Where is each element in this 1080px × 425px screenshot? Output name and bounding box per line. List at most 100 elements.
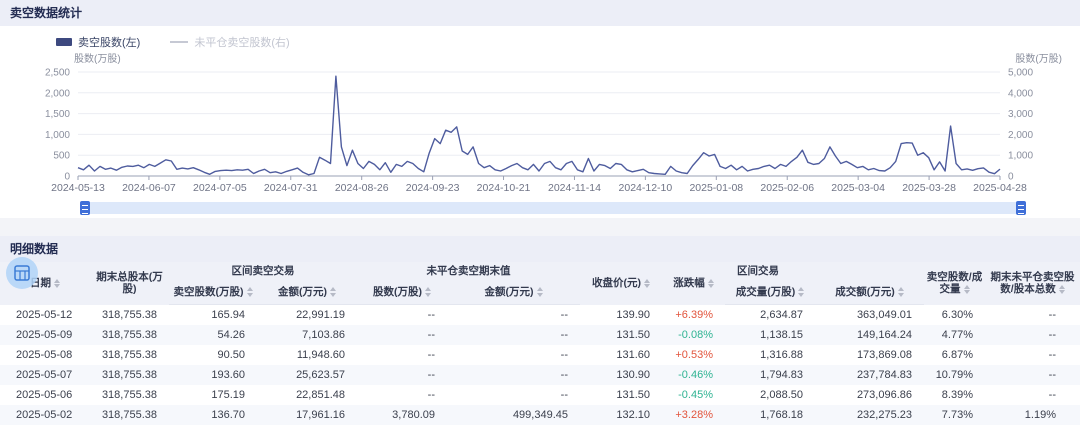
cell-value: 7,103.86 xyxy=(257,325,357,345)
legend-label: 卖空股数(左) xyxy=(78,34,140,50)
cell-value: 2,088.50 xyxy=(725,385,815,405)
cell-value: 232,275.23 xyxy=(815,405,924,425)
svg-text:5,000: 5,000 xyxy=(1008,68,1033,79)
svg-text:1,000: 1,000 xyxy=(1008,151,1033,162)
cell-value: -- xyxy=(357,365,447,385)
cell-value: 318,755.38 xyxy=(90,325,169,345)
svg-text:2024-07-05: 2024-07-05 xyxy=(193,182,247,194)
table-row: 2025-05-12318,755.38165.9422,991.19----1… xyxy=(0,305,1080,326)
cell-value: 363,049.01 xyxy=(815,305,924,326)
cell-value: 237,784.83 xyxy=(815,365,924,385)
sort-icon[interactable] xyxy=(708,279,714,289)
svg-text:2,000: 2,000 xyxy=(45,88,70,99)
cell-value: -- xyxy=(985,385,1080,405)
cell-value: 139.90 xyxy=(580,305,662,326)
sort-icon[interactable] xyxy=(644,279,650,289)
line-chart: 005001,0001,0002,0001,5003,0002,0004,000… xyxy=(0,50,1080,200)
cell-value: 499,349.45 xyxy=(447,405,580,425)
col-header-volume[interactable]: 成交量(万股) xyxy=(725,280,815,305)
svg-text:1,000: 1,000 xyxy=(45,130,70,141)
svg-text:2024-10-21: 2024-10-21 xyxy=(477,182,531,194)
svg-text:1,500: 1,500 xyxy=(45,109,70,120)
datazoom-slider[interactable] xyxy=(84,202,1022,214)
cell-value: 90.50 xyxy=(169,345,257,365)
cell-value: -- xyxy=(985,365,1080,385)
sort-icon[interactable] xyxy=(898,287,904,297)
cell-date: 2025-05-09 xyxy=(0,325,90,345)
sort-icon[interactable] xyxy=(247,287,253,297)
col-header-short-amount[interactable]: 金额(万元) xyxy=(257,280,357,305)
cell-value: 3,780.09 xyxy=(357,405,447,425)
cell-value: -- xyxy=(985,305,1080,326)
cell-value: 8.39% xyxy=(924,385,985,405)
cell-value: -0.08% xyxy=(662,325,725,345)
legend-label: 未平仓卖空股数(右) xyxy=(194,34,289,50)
sort-icon[interactable] xyxy=(330,287,336,297)
sort-icon[interactable] xyxy=(1059,285,1065,295)
svg-text:2024-07-31: 2024-07-31 xyxy=(264,182,318,194)
sort-icon[interactable] xyxy=(425,287,431,297)
cell-value: -- xyxy=(447,305,580,326)
cell-value: 175.19 xyxy=(169,385,257,405)
cell-value: 11,948.60 xyxy=(257,345,357,365)
datazoom-left-handle-icon[interactable] xyxy=(80,201,90,215)
sort-icon[interactable] xyxy=(798,287,804,297)
cell-value: 130.90 xyxy=(580,365,662,385)
cell-value: -- xyxy=(985,325,1080,345)
col-header-turnover[interactable]: 成交额(万元) xyxy=(815,280,924,305)
cell-value: -- xyxy=(357,385,447,405)
cell-value: 131.60 xyxy=(580,345,662,365)
legend-swatch-icon xyxy=(56,38,72,46)
svg-text:3,000: 3,000 xyxy=(1008,109,1033,120)
table-row: 2025-05-06318,755.38175.1922,851.48----1… xyxy=(0,385,1080,405)
cell-value: 6.30% xyxy=(924,305,985,326)
svg-text:股数(万股): 股数(万股) xyxy=(74,52,121,65)
section-divider xyxy=(0,218,1080,236)
chart-section-title: 卖空数据统计 xyxy=(0,0,1080,26)
cell-value: -- xyxy=(447,345,580,365)
cell-value: 193.60 xyxy=(169,365,257,385)
col-header-change-pct[interactable]: 涨跌幅 xyxy=(662,262,725,305)
cell-value: -- xyxy=(357,305,447,326)
cell-value: 22,851.48 xyxy=(257,385,357,405)
group-header-open-short: 未平仓卖空期末值 xyxy=(357,262,580,280)
cell-value: 1,768.18 xyxy=(725,405,815,425)
cell-value: 136.70 xyxy=(169,405,257,425)
col-header-short-shares[interactable]: 卖空股数(万股) xyxy=(169,280,257,305)
cell-date: 2025-05-12 xyxy=(0,305,90,326)
legend-item-short-shares[interactable]: 卖空股数(左) xyxy=(56,34,140,50)
cell-value: 22,991.19 xyxy=(257,305,357,326)
sort-icon[interactable] xyxy=(54,279,60,289)
sort-icon[interactable] xyxy=(964,285,970,295)
cell-value: 17,961.16 xyxy=(257,405,357,425)
cell-value: 131.50 xyxy=(580,385,662,405)
cell-value: 1,316.88 xyxy=(725,345,815,365)
cell-value: 132.10 xyxy=(580,405,662,425)
col-header-open-shares[interactable]: 股数(万股) xyxy=(357,280,447,305)
legend-item-open-short-shares[interactable]: 未平仓卖空股数(右) xyxy=(170,34,289,50)
col-header-open-amount[interactable]: 金额(万元) xyxy=(447,280,580,305)
svg-text:2024-09-23: 2024-09-23 xyxy=(406,182,460,194)
floating-widget-button[interactable] xyxy=(6,257,38,289)
cell-value: -- xyxy=(357,345,447,365)
cell-date: 2025-05-08 xyxy=(0,345,90,365)
cell-value: 1,794.83 xyxy=(725,365,815,385)
svg-text:股数(万股): 股数(万股) xyxy=(1015,52,1062,65)
table-row: 2025-05-08318,755.3890.5011,948.60----13… xyxy=(0,345,1080,365)
cell-value: 318,755.38 xyxy=(90,345,169,365)
cell-date: 2025-05-07 xyxy=(0,365,90,385)
cell-date: 2025-05-06 xyxy=(0,385,90,405)
col-header-close-price[interactable]: 收盘价(元) xyxy=(580,262,662,305)
svg-text:0: 0 xyxy=(64,172,70,183)
svg-text:2025-01-08: 2025-01-08 xyxy=(689,182,743,194)
legend-line-icon xyxy=(170,41,188,43)
cell-value: +0.53% xyxy=(662,345,725,365)
col-header-open-ratio[interactable]: 期末未平仓卖空股数/股本总数 xyxy=(985,262,1080,305)
cell-value: 6.87% xyxy=(924,345,985,365)
cell-value: -- xyxy=(447,365,580,385)
datazoom-right-handle-icon[interactable] xyxy=(1016,201,1026,215)
cell-value: 318,755.38 xyxy=(90,385,169,405)
sort-icon[interactable] xyxy=(537,287,543,297)
cell-value: -- xyxy=(985,345,1080,365)
col-header-short-ratio[interactable]: 卖空股数/成交量 xyxy=(924,262,985,305)
